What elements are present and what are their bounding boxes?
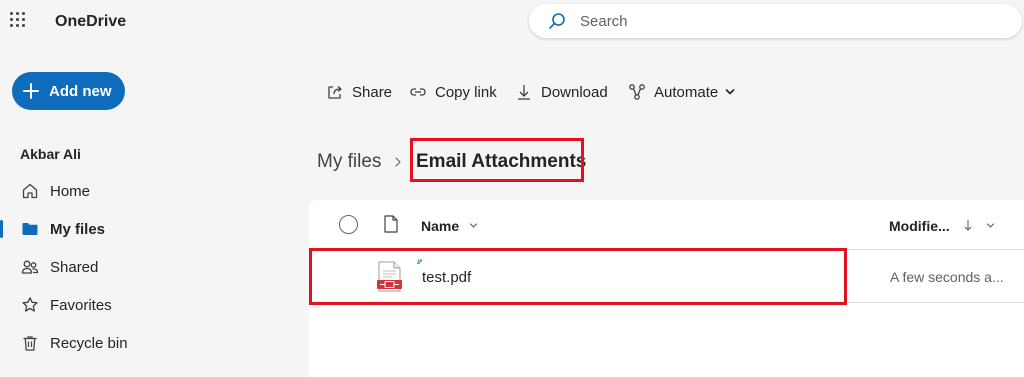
add-new-button[interactable]: Add new xyxy=(12,72,125,110)
file-type-icon[interactable] xyxy=(384,215,398,233)
top-bar: OneDrive Search xyxy=(0,0,1024,46)
share-label: Share xyxy=(352,83,393,101)
share-icon xyxy=(328,86,342,99)
modified-column-header[interactable]: Modifie... xyxy=(889,218,950,234)
search-input[interactable]: Search xyxy=(529,4,1022,38)
app-launcher-icon[interactable] xyxy=(10,12,28,30)
trash-icon xyxy=(23,336,37,351)
add-new-label: Add new xyxy=(49,83,112,100)
share-button[interactable]: Share xyxy=(326,80,392,104)
sidebar-item-label: Home xyxy=(50,183,91,200)
link-icon xyxy=(410,88,426,96)
search-placeholder: Search xyxy=(580,13,628,30)
search-icon xyxy=(549,13,565,29)
sidebar-item-label: My files xyxy=(50,221,106,238)
new-file-icon xyxy=(417,259,422,264)
sort-descending-icon[interactable] xyxy=(963,218,973,232)
breadcrumb-my-files[interactable]: My files xyxy=(317,151,381,173)
copy-link-label: Copy link xyxy=(435,83,497,101)
download-label: Download xyxy=(541,83,608,101)
plus-icon xyxy=(23,83,39,99)
file-list: Name Modifie... test.pdf A few seconds a… xyxy=(309,200,1024,377)
sidebar-item-label: Recycle bin xyxy=(50,335,128,352)
automate-label: Automate xyxy=(654,83,719,101)
chevron-down-icon[interactable] xyxy=(469,221,478,230)
select-all-checkbox[interactable] xyxy=(339,215,358,234)
copy-link-button[interactable]: Copy link xyxy=(409,80,497,104)
file-name[interactable]: test.pdf xyxy=(422,269,471,286)
name-column-header[interactable]: Name xyxy=(421,218,459,234)
user-name: Akbar Ali xyxy=(20,146,81,162)
sidebar-item-home[interactable]: Home xyxy=(0,174,300,208)
sidebar-item-my-files[interactable]: My files xyxy=(0,212,300,246)
sidebar-item-shared[interactable]: Shared xyxy=(0,250,300,284)
sidebar-item-label: Favorites xyxy=(50,297,112,314)
app-title[interactable]: OneDrive xyxy=(55,13,126,31)
active-indicator xyxy=(0,220,3,238)
chevron-down-icon xyxy=(725,89,735,95)
star-icon xyxy=(22,297,38,312)
sidebar-item-label: Shared xyxy=(50,259,99,276)
folder-icon xyxy=(22,223,38,235)
breadcrumb-current-folder: Email Attachments xyxy=(416,151,587,172)
download-icon xyxy=(518,85,530,100)
home-icon xyxy=(22,183,38,199)
automate-icon xyxy=(629,84,645,100)
sidebar-item-favorites[interactable]: Favorites xyxy=(0,288,300,322)
sidebar-item-recycle-bin[interactable]: Recycle bin xyxy=(0,326,300,360)
table-row[interactable]: test.pdf A few seconds a... xyxy=(309,251,1024,303)
download-button[interactable]: Download xyxy=(515,80,608,104)
chevron-down-icon[interactable] xyxy=(986,221,995,230)
chevron-right-icon xyxy=(395,157,401,167)
people-icon xyxy=(21,260,39,274)
list-header: Name Modifie... xyxy=(309,200,1024,250)
automate-button[interactable]: Automate xyxy=(628,80,736,104)
pdf-file-icon xyxy=(377,261,402,292)
file-modified: A few seconds a... xyxy=(890,269,1004,285)
